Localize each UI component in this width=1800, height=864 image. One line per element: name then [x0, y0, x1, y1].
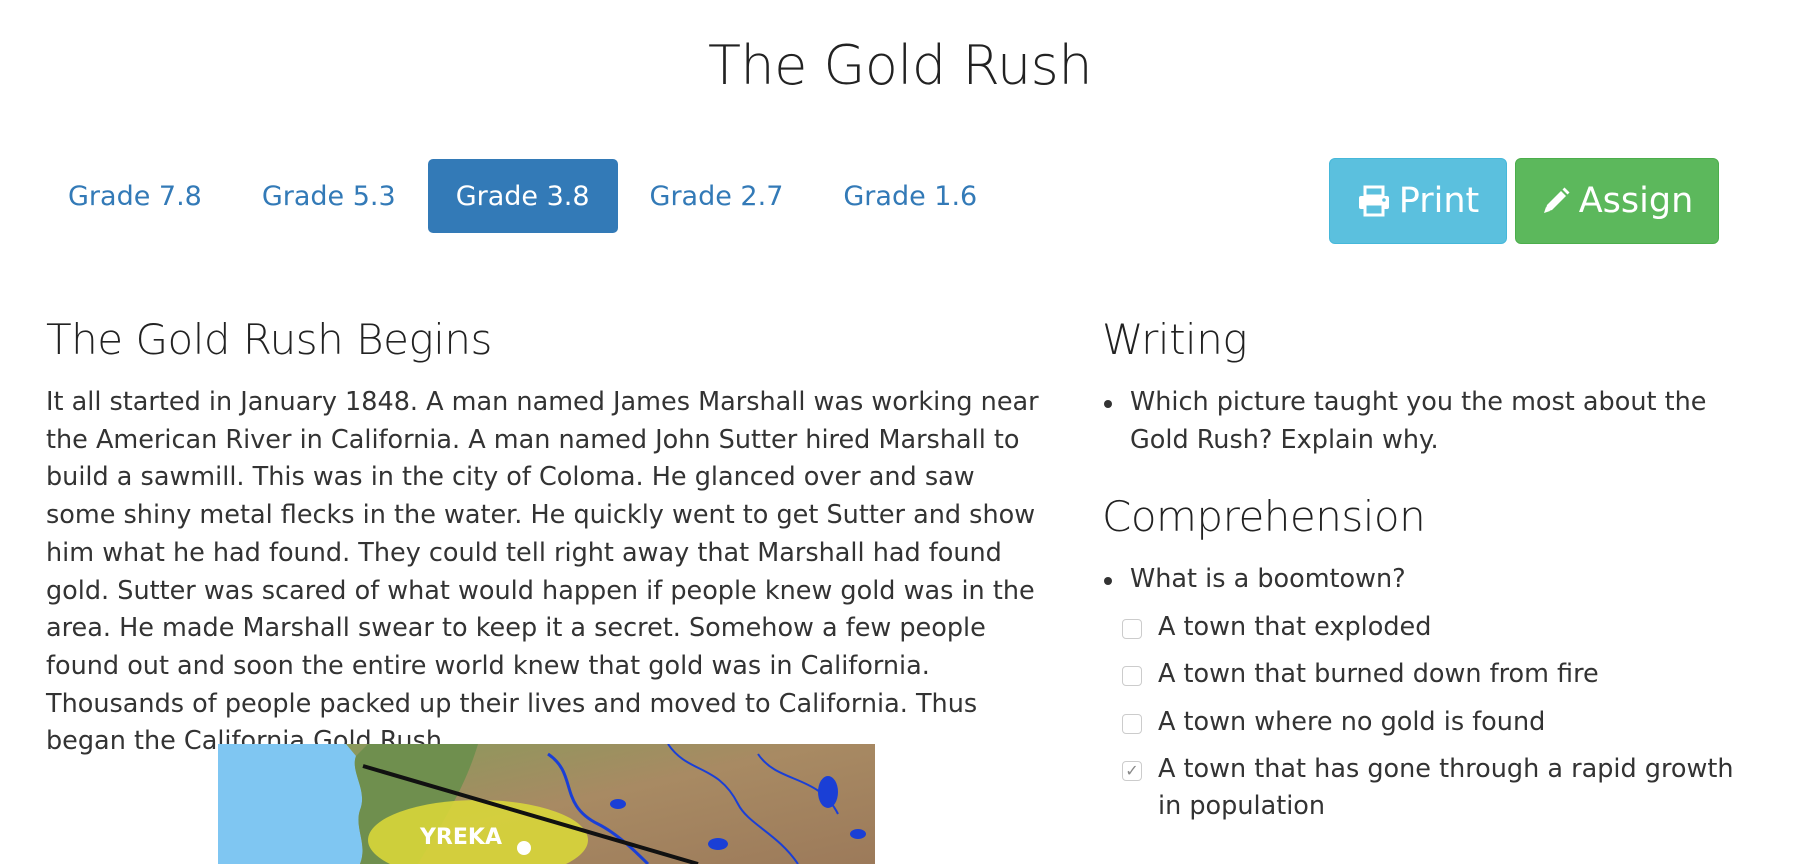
printer-icon [1358, 185, 1389, 217]
writing-question: Which picture taught you the most about … [1102, 384, 1762, 459]
answer-option[interactable]: ✓ A town that has gone through a rapid g… [1102, 751, 1762, 826]
tab-grade-2-7[interactable]: Grade 2.7 [622, 159, 812, 233]
print-button[interactable]: Print [1329, 158, 1507, 244]
comprehension-question: What is a boomtown? [1102, 561, 1762, 599]
tab-grade-1-6[interactable]: Grade 1.6 [815, 159, 1005, 233]
assign-button-label: Assign [1578, 181, 1694, 221]
tab-grade-3-8[interactable]: Grade 3.8 [427, 159, 618, 233]
answer-checkbox[interactable] [1122, 713, 1142, 734]
answer-option[interactable]: A town that exploded [1102, 609, 1762, 647]
map-label-yreka: YREKA [419, 825, 502, 850]
writing-heading: Writing [1102, 315, 1248, 364]
answer-option-label: A town that has gone through a rapid gro… [1158, 753, 1734, 822]
assign-button[interactable]: Assign [1515, 158, 1719, 244]
answer-option-label: A town that exploded [1158, 612, 1432, 643]
answer-option[interactable]: A town where no gold is found [1102, 704, 1762, 742]
answer-checkbox[interactable] [1122, 619, 1142, 640]
comprehension-heading: Comprehension [1102, 492, 1426, 542]
questions-section: Writing Which picture taught you the mos… [1102, 310, 1762, 836]
print-button-label: Print [1398, 181, 1480, 221]
answer-options: A town that exploded A town that burned … [1102, 609, 1762, 826]
story-text: It all started in January 1848. A man na… [46, 387, 1039, 757]
action-buttons: Print Assign [1329, 158, 1719, 244]
answer-checkbox[interactable] [1122, 666, 1142, 687]
pencil-icon [1543, 187, 1570, 213]
story-heading: The Gold Rush Begins [46, 315, 492, 364]
answer-checkbox-checked[interactable]: ✓ [1122, 760, 1142, 781]
answer-option[interactable]: A town that burned down from fire [1102, 656, 1762, 694]
page-title: The Gold Rush [707, 34, 1093, 97]
answer-option-label: A town where no gold is found [1158, 706, 1546, 737]
grade-tabs: Grade 7.8 Grade 5.3 Grade 3.8 Grade 2.7 … [40, 158, 1009, 234]
tab-grade-5-3[interactable]: Grade 5.3 [234, 159, 424, 233]
tab-grade-7-8[interactable]: Grade 7.8 [40, 159, 230, 233]
answer-option-label: A town that burned down from fire [1158, 659, 1599, 690]
map-graphic: YREKA [218, 744, 875, 864]
gold-rush-map: YREKA [218, 744, 875, 864]
story-section: The Gold Rush Begins It all started in J… [46, 310, 1046, 761]
